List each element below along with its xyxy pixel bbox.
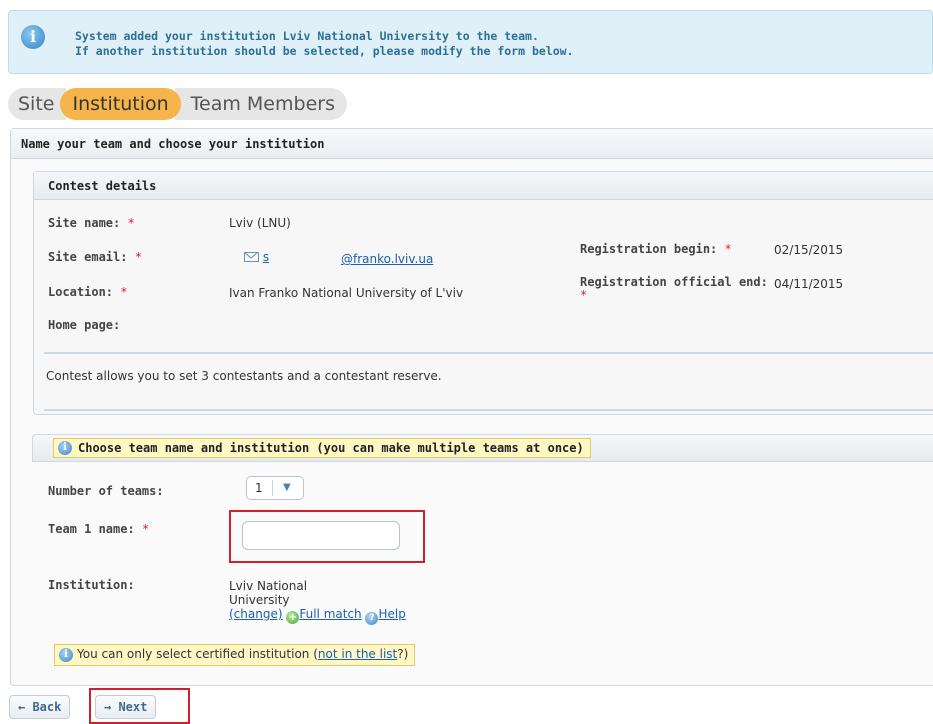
contestants-note: Contest allows you to set 3 contestants … [46,369,442,383]
email-domain-link[interactable]: @franko.lviv.ua [341,252,433,266]
registration-end-label-text: Registration official end: [580,275,768,289]
institution-name-line-2: University [229,593,290,607]
choose-team-title-text: Choose team name and institution (you ca… [78,441,584,455]
contest-details-title: Contest details [34,172,933,200]
number-of-teams-label: Number of teams: [48,484,164,498]
institution-value: Lviv National University (change) + Full … [229,579,406,625]
location-value: Ivan Franko National University of L'viv [229,286,464,300]
mail-icon [244,252,259,262]
select-separator [272,480,273,496]
notice-suffix: ?) [397,647,409,661]
choose-team-section: i Choose team name and institution (you … [32,434,933,678]
tab-institution[interactable]: Institution [60,88,181,120]
wizard-tabs: Site Institution Team Members [8,88,347,120]
required-mark: * [141,522,150,536]
full-match-link[interactable]: Full match [299,607,361,621]
site-name-label-text: Site name: [48,216,121,230]
number-of-teams-select[interactable]: 1 ▼ [246,476,304,500]
location-label: Location: * [48,285,128,299]
choose-team-header: i Choose team name and institution (you … [32,434,933,462]
registration-begin-value: 02/15/2015 [774,243,844,257]
required-mark: * [580,288,588,302]
info-icon: i [21,25,45,49]
certified-institution-notice: i You can only select certified institut… [54,644,416,666]
email-user-link[interactable]: s [263,250,269,264]
site-email-value: s [244,250,269,264]
required-mark: * [120,285,128,299]
tab-site[interactable]: Site [8,88,67,120]
team-1-name-label-text: Team 1 name: [48,522,135,536]
required-mark: * [134,250,142,264]
info-icon: i [58,441,72,455]
registration-end-label: Registration official end: * [580,276,780,302]
notice-text: You can only select certified institutio… [77,647,318,661]
home-page-label: Home page: [48,318,121,332]
next-button[interactable]: → Next [95,695,157,719]
site-name-label: Site name: * [48,216,135,230]
tab-team-members[interactable]: Team Members [174,88,347,120]
info-banner: i System added your institution Lviv Nat… [8,10,933,74]
site-email-label: Site email: * [48,250,142,264]
back-button[interactable]: ← Back [9,695,71,719]
banner-line-2: If another institution should be selecte… [75,44,574,58]
change-institution-link[interactable]: (change) [229,607,283,621]
banner-line-1: System added your institution Lviv Natio… [75,29,539,43]
divider [44,409,933,411]
chevron-down-icon: ▼ [283,482,291,493]
institution-name-line-1: Lviv National [229,579,308,593]
required-mark: * [724,242,732,256]
help-icon: ? [365,612,379,625]
choose-team-title: i Choose team name and institution (you … [53,438,591,458]
registration-end-value: 04/11/2015 [774,277,844,291]
registration-begin-label-text: Registration begin: [580,242,718,256]
not-in-list-link[interactable]: not in the list [318,647,397,661]
info-icon: i [59,648,73,662]
location-label-text: Location: [48,285,114,299]
institution-actions: (change) + Full match ? Help [229,607,406,625]
required-mark: * [127,216,135,230]
plus-icon: + [286,611,300,624]
panel-title: Name your team and choose your instituti… [11,129,933,159]
institution-label: Institution: [48,578,135,592]
divider [44,352,933,354]
team-1-name-label: Team 1 name: * [48,522,149,536]
registration-begin-label: Registration begin: * [580,242,732,256]
banner-message: System added your institution Lviv Natio… [75,29,574,59]
help-link[interactable]: Help [378,607,405,621]
site-email-label-text: Site email: [48,250,128,264]
site-name-value: Lviv (LNU) [229,216,291,230]
number-of-teams-value: 1 [255,481,263,495]
team-1-name-input[interactable] [242,521,400,550]
